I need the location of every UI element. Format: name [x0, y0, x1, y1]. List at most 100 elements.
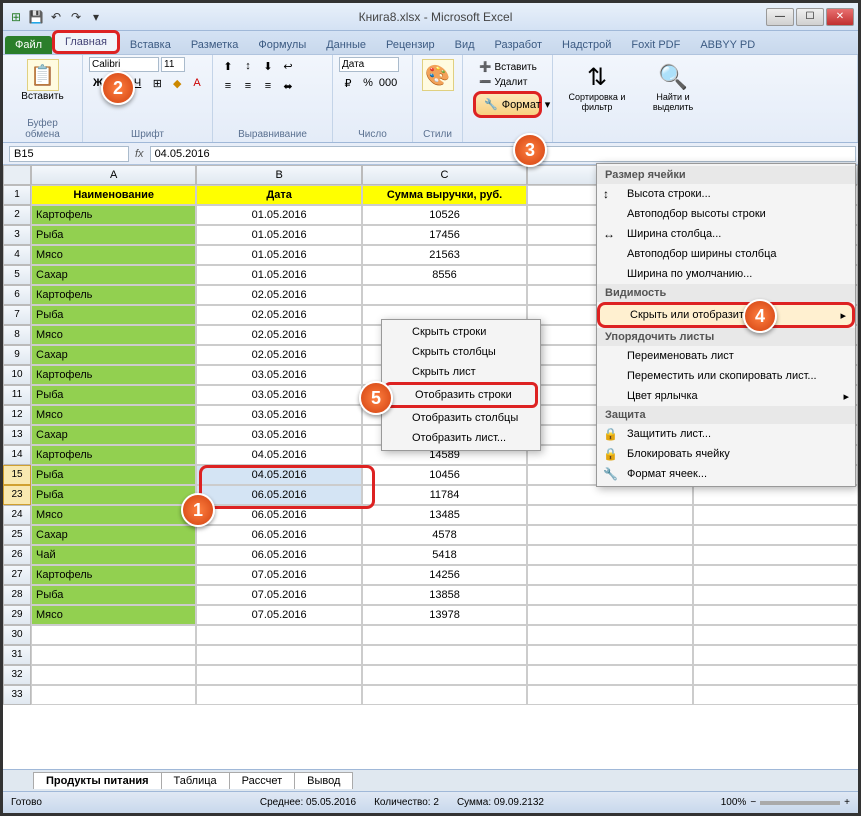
row-header[interactable]: 7	[3, 305, 31, 325]
dd-rename-sheet[interactable]: Переименовать лист	[597, 346, 855, 366]
row-header[interactable]: 24	[3, 505, 31, 525]
sheet-tab[interactable]: Рассчет	[229, 772, 296, 789]
sort-filter-button[interactable]: ⇅ Сортировка и фильтр	[563, 61, 631, 114]
cell-sum[interactable]	[362, 645, 527, 665]
format-button[interactable]: 🔧Формат▾	[473, 91, 542, 118]
cell[interactable]	[527, 545, 692, 565]
header-cell[interactable]: Сумма выручки, руб.	[362, 185, 527, 205]
row-header[interactable]: 10	[3, 365, 31, 385]
cell-date[interactable]: 01.05.2016	[196, 265, 361, 285]
cell[interactable]	[693, 585, 858, 605]
row-header[interactable]: 9	[3, 345, 31, 365]
cell-sum[interactable]	[362, 685, 527, 705]
cell-date[interactable]: 02.05.2016	[196, 285, 361, 305]
cell-sum[interactable]: 14256	[362, 565, 527, 585]
cell-date[interactable]: 06.05.2016	[196, 505, 361, 525]
tab-developer[interactable]: Разработ	[485, 36, 552, 54]
cell-name[interactable]: Мясо	[31, 405, 196, 425]
tab-home[interactable]: Главная	[52, 30, 120, 54]
cell-sum[interactable]: 4578	[362, 525, 527, 545]
cell[interactable]	[693, 505, 858, 525]
row-header[interactable]: 28	[3, 585, 31, 605]
undo-icon[interactable]: ↶	[47, 8, 65, 26]
tab-layout[interactable]: Разметка	[181, 36, 249, 54]
save-icon[interactable]: 💾	[27, 8, 45, 26]
ctx-show-cols[interactable]: Отобразить столбцы	[384, 408, 538, 428]
cell[interactable]	[693, 565, 858, 585]
select-all-corner[interactable]	[3, 165, 31, 185]
dd-protect-sheet[interactable]: 🔒Защитить лист...	[597, 424, 855, 444]
sheet-tab[interactable]: Продукты питания	[33, 772, 162, 789]
tab-insert[interactable]: Вставка	[120, 36, 181, 54]
cell[interactable]	[693, 625, 858, 645]
tab-formulas[interactable]: Формулы	[248, 36, 316, 54]
formula-bar[interactable]	[150, 146, 856, 162]
row-header[interactable]: 3	[3, 225, 31, 245]
cell-date[interactable]: 07.05.2016	[196, 605, 361, 625]
cell-name[interactable]: Рыба	[31, 485, 196, 505]
ctx-hide-rows[interactable]: Скрыть строки	[384, 322, 538, 342]
insert-cells-button[interactable]: ➕Вставить	[473, 61, 542, 74]
tab-foxit[interactable]: Foxit PDF	[621, 36, 690, 54]
cell-sum[interactable]: 10456	[362, 465, 527, 485]
sheet-tab[interactable]: Вывод	[294, 772, 353, 789]
dd-lock-cell[interactable]: 🔒Блокировать ячейку	[597, 444, 855, 464]
font-size-combo[interactable]: 11	[161, 57, 185, 72]
row-header[interactable]: 26	[3, 545, 31, 565]
minimize-button[interactable]: —	[766, 8, 794, 26]
row-header[interactable]: 5	[3, 265, 31, 285]
align-bot-icon[interactable]: ⬇	[259, 57, 277, 75]
merge-icon[interactable]: ⬌	[279, 77, 297, 95]
cell-name[interactable]: Рыба	[31, 385, 196, 405]
cell[interactable]	[693, 485, 858, 505]
cell-date[interactable]: 01.05.2016	[196, 245, 361, 265]
font-name-combo[interactable]: Calibri	[89, 57, 159, 72]
name-box[interactable]	[9, 146, 129, 162]
cell[interactable]	[527, 625, 692, 645]
col-header[interactable]: B	[196, 165, 361, 185]
paste-button[interactable]: 📋 Вставить	[9, 57, 76, 104]
row-header[interactable]: 2	[3, 205, 31, 225]
align-right-icon[interactable]: ≡	[259, 77, 277, 95]
cell-name[interactable]: Рыба	[31, 585, 196, 605]
close-button[interactable]: ✕	[826, 8, 854, 26]
ctx-show-rows[interactable]: Отобразить строки	[384, 382, 538, 408]
cell-sum[interactable]: 13485	[362, 505, 527, 525]
cell-name[interactable]: Картофель	[31, 565, 196, 585]
tab-view[interactable]: Вид	[445, 36, 485, 54]
cell-date[interactable]: 02.05.2016	[196, 345, 361, 365]
sheet-tab[interactable]: Таблица	[161, 772, 230, 789]
delete-cells-button[interactable]: ➖Удалит	[473, 76, 542, 89]
cell[interactable]	[527, 525, 692, 545]
cell[interactable]	[693, 645, 858, 665]
cell-name[interactable]: Рыба	[31, 465, 196, 485]
tab-abbyy[interactable]: ABBYY PD	[690, 36, 765, 54]
cell-date[interactable]: 01.05.2016	[196, 205, 361, 225]
find-select-button[interactable]: 🔍 Найти и выделить	[639, 61, 707, 114]
cell-name[interactable]: Мясо	[31, 505, 196, 525]
cell[interactable]	[693, 605, 858, 625]
cell-date[interactable]: 04.05.2016	[196, 465, 361, 485]
row-header[interactable]: 23	[3, 485, 31, 505]
row-header[interactable]: 6	[3, 285, 31, 305]
cell[interactable]	[527, 605, 692, 625]
styles-button[interactable]: 🎨	[419, 57, 456, 93]
dd-move-copy[interactable]: Переместить или скопировать лист...	[597, 366, 855, 386]
cell-date[interactable]: 07.05.2016	[196, 565, 361, 585]
cell-name[interactable]: Рыба	[31, 225, 196, 245]
cell-sum[interactable]: 5418	[362, 545, 527, 565]
row-header[interactable]: 12	[3, 405, 31, 425]
percent-icon[interactable]: %	[359, 74, 377, 92]
row-header[interactable]: 11	[3, 385, 31, 405]
cell-date[interactable]: 06.05.2016	[196, 545, 361, 565]
row-header[interactable]: 14	[3, 445, 31, 465]
cell-name[interactable]: Сахар	[31, 525, 196, 545]
cell[interactable]	[527, 485, 692, 505]
cell-sum[interactable]: 21563	[362, 245, 527, 265]
cell-date[interactable]: 03.05.2016	[196, 425, 361, 445]
cell-name[interactable]: Картофель	[31, 205, 196, 225]
col-header[interactable]: C	[362, 165, 527, 185]
cell-name[interactable]: Картофель	[31, 445, 196, 465]
align-top-icon[interactable]: ⬆	[219, 57, 237, 75]
ctx-show-sheet[interactable]: Отобразить лист...	[384, 428, 538, 448]
